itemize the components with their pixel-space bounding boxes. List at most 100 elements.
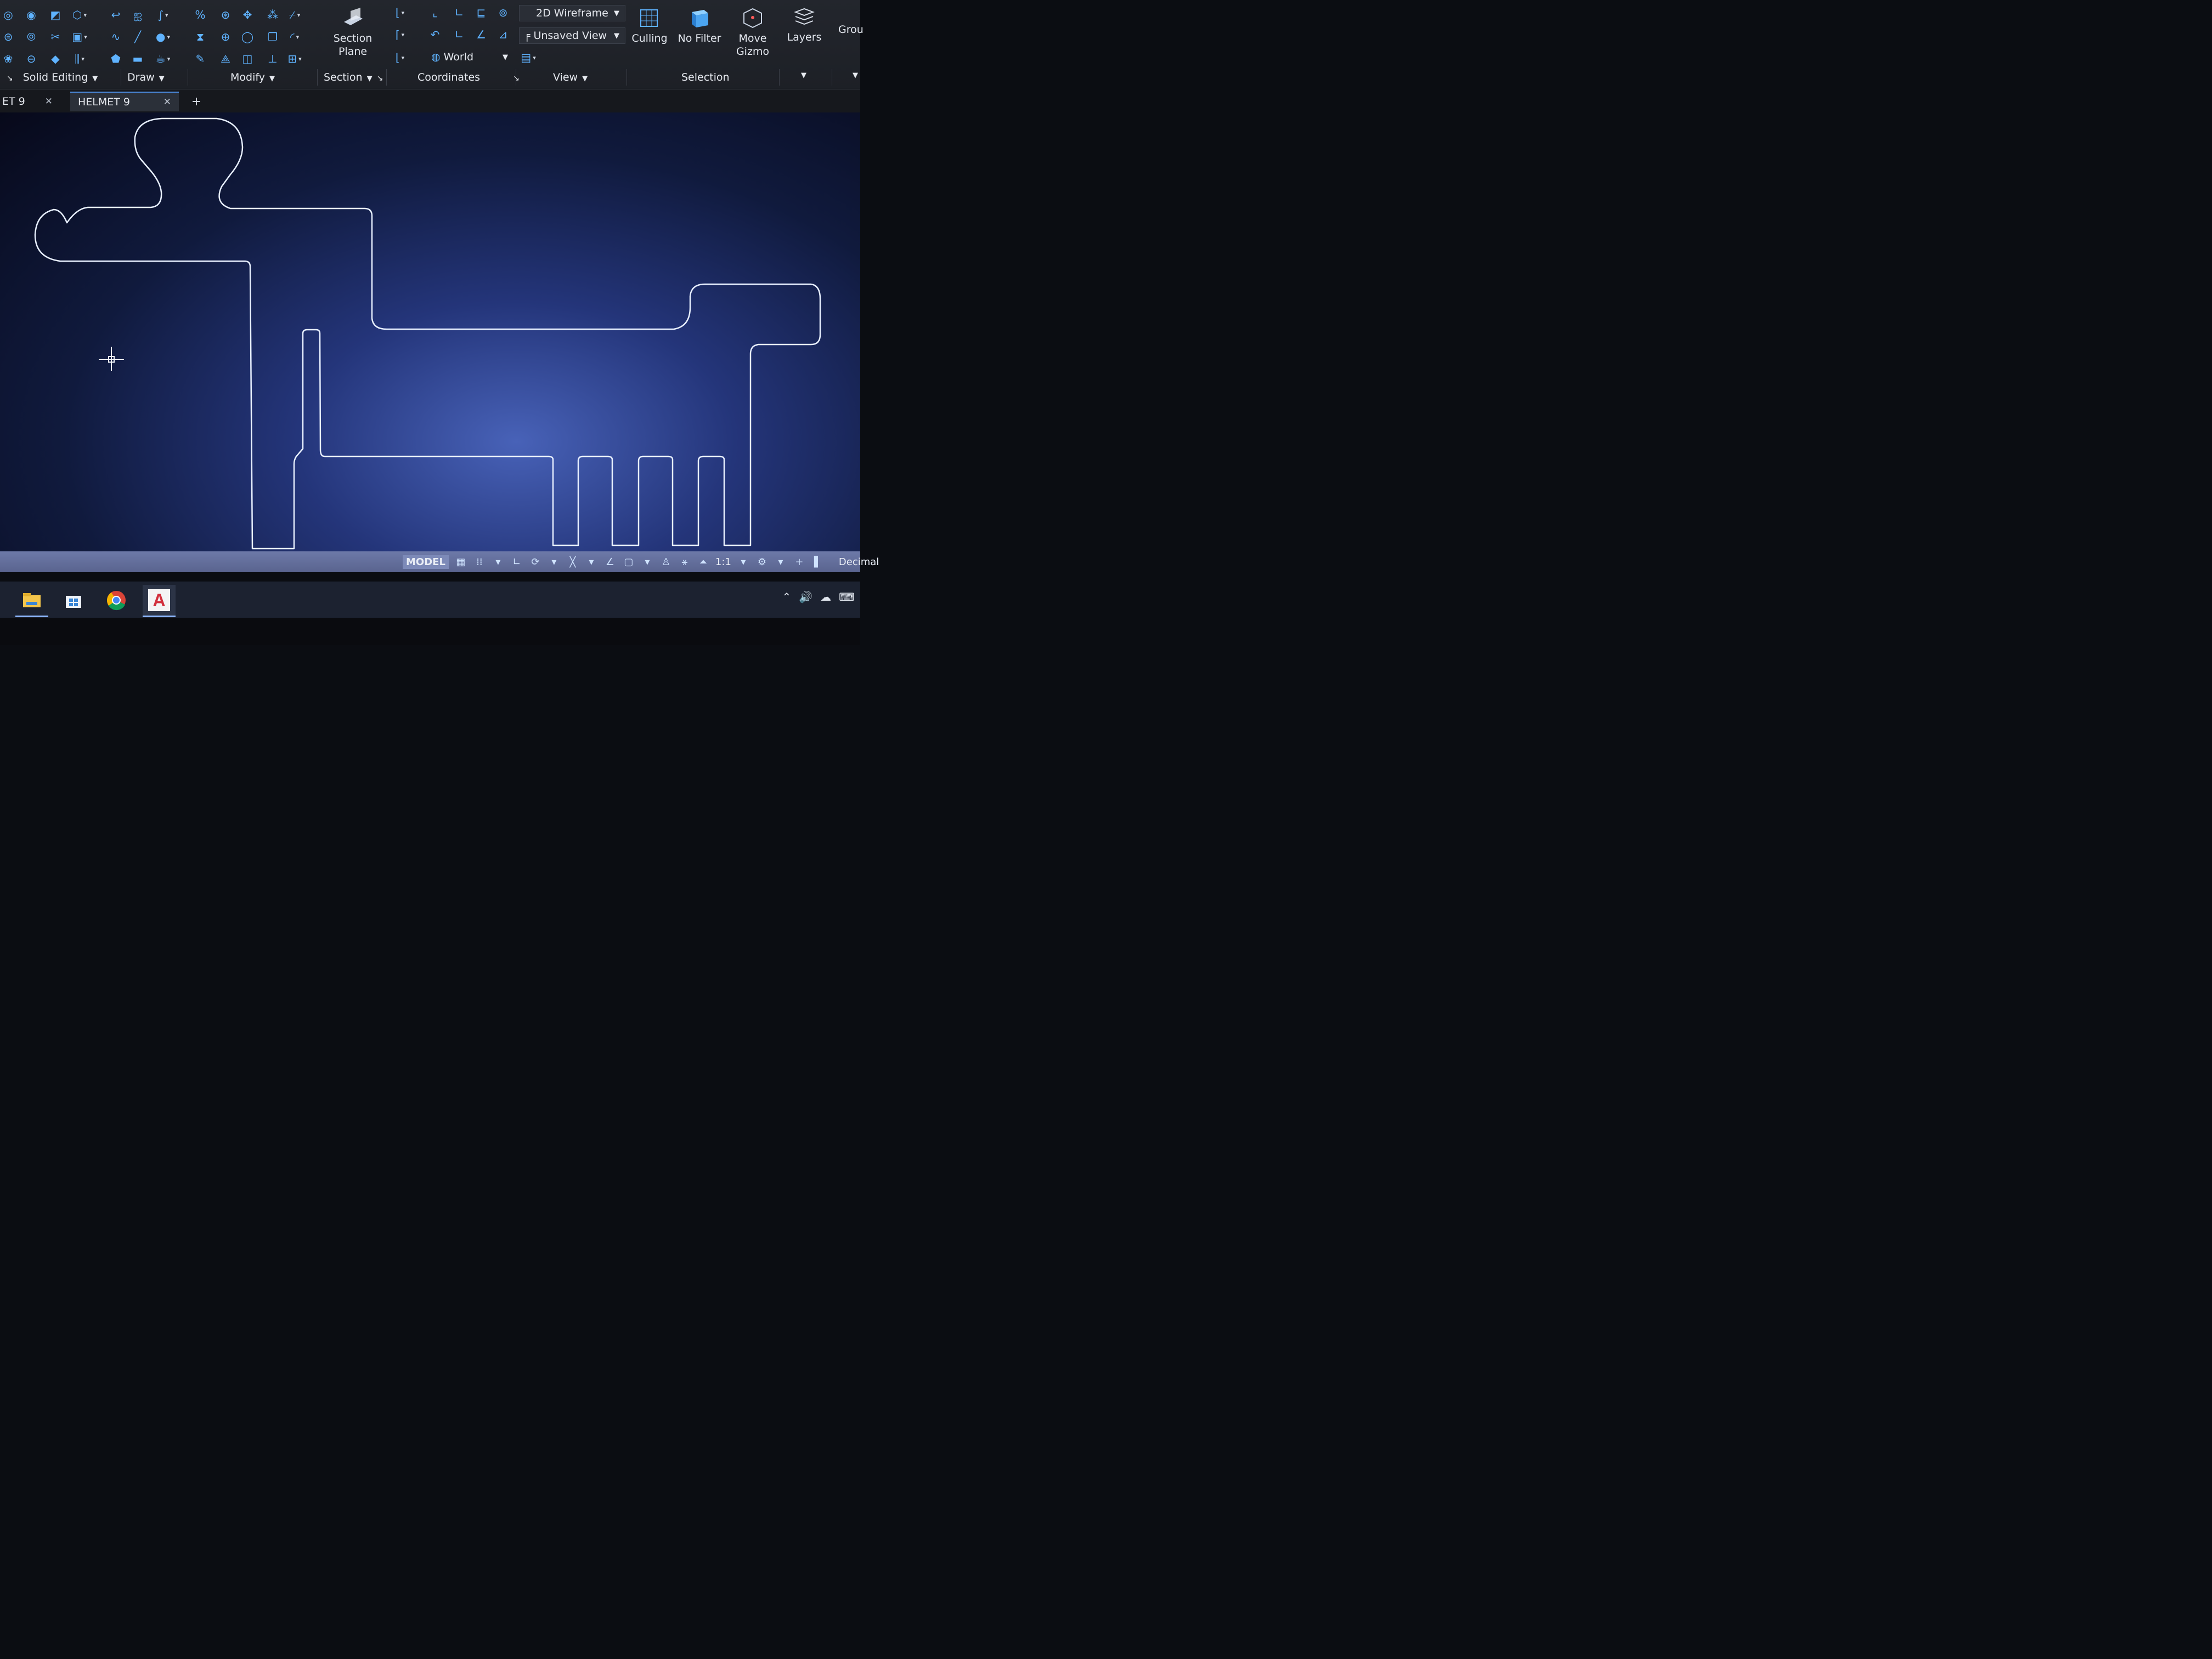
polar-icon[interactable]: ⟳: [529, 556, 542, 568]
onedrive-cloud-icon[interactable]: ☁: [820, 590, 831, 603]
snap-icon[interactable]: ⁞⁞: [473, 556, 486, 568]
circle-icon[interactable]: ●: [155, 29, 171, 45]
ucs-icon[interactable]: ⌊: [392, 4, 408, 21]
offset-icon[interactable]: ◫: [239, 50, 256, 67]
chevron-down-icon[interactable]: ▾: [585, 556, 598, 568]
ucs-origin-icon[interactable]: ⌞: [427, 4, 443, 21]
model-space-canvas[interactable]: [0, 112, 860, 551]
section-panel-label[interactable]: Section ▼ ↘: [324, 71, 383, 83]
object-snap-tracking-icon[interactable]: ∠: [603, 556, 617, 568]
ucs-3point-icon[interactable]: ⌈: [392, 26, 408, 43]
isodraft-icon[interactable]: ╳: [566, 556, 579, 568]
file-tab-active[interactable]: HELMET 9 ✕: [70, 92, 179, 111]
array-icon[interactable]: ⁂: [264, 7, 281, 23]
intersect-icon[interactable]: ⦾: [23, 29, 40, 45]
rectangle-icon[interactable]: ▬: [129, 50, 146, 67]
ucs-world-icon[interactable]: ⊚: [495, 4, 511, 21]
presspull-icon[interactable]: ⫼: [71, 50, 88, 67]
polyline-icon[interactable]: ↩: [108, 7, 124, 23]
erase-icon[interactable]: ✎: [192, 50, 208, 67]
chrome-icon[interactable]: [100, 585, 133, 616]
mirror-icon[interactable]: ⧗: [192, 29, 208, 45]
gear-icon[interactable]: ⚙: [755, 556, 769, 568]
ucs-view-icon[interactable]: ⊿: [495, 26, 511, 43]
annotation-scale-icon[interactable]: ⏶: [697, 556, 710, 568]
slice-icon[interactable]: ✂: [47, 29, 64, 45]
chevron-down-icon[interactable]: ▾: [548, 556, 561, 568]
groups-button[interactable]: Grou: [838, 23, 866, 36]
file-tab[interactable]: ET 9 ✕: [0, 92, 60, 111]
selection-panel-label[interactable]: Selection: [681, 71, 730, 83]
orbit-icon[interactable]: ⊕: [217, 29, 234, 45]
ucs-x-icon[interactable]: ∟: [451, 4, 467, 21]
autocad-icon[interactable]: A: [143, 585, 176, 617]
plus-icon[interactable]: +: [793, 556, 806, 568]
close-icon[interactable]: ✕: [45, 96, 53, 107]
groups-panel-expander[interactable]: ▼: [853, 71, 858, 80]
units-label[interactable]: Decimal: [839, 556, 879, 568]
viewport-config-icon[interactable]: ▤: [520, 49, 537, 66]
volume-icon[interactable]: 🔊: [799, 590, 812, 603]
chevron-down-icon[interactable]: ▾: [641, 556, 654, 568]
visual-style-dropdown[interactable]: 2D Wireframe ▼: [519, 5, 625, 21]
file-explorer-icon[interactable]: [15, 585, 48, 617]
ucs-z-icon[interactable]: ∠: [473, 26, 489, 43]
helix-icon[interactable]: ஐ: [129, 7, 146, 23]
fillet-icon[interactable]: ◜: [286, 29, 303, 45]
trim-icon[interactable]: ⌿: [286, 7, 303, 23]
extrude-face-icon[interactable]: ◩: [47, 7, 64, 23]
smooth-mesh-icon[interactable]: ⊜: [0, 29, 16, 45]
saved-view-dropdown[interactable]: ╒ Unsaved View ▼: [519, 27, 625, 44]
modify-panel-label[interactable]: Modify ▼: [230, 71, 275, 83]
layers-button[interactable]: Layers: [785, 4, 824, 44]
annotation-scale-value[interactable]: 1:1: [715, 556, 731, 568]
chevron-down-icon[interactable]: ▾: [774, 556, 787, 568]
align-icon[interactable]: ⟁: [217, 50, 234, 67]
close-icon[interactable]: ✕: [163, 97, 171, 108]
arc-icon[interactable]: ∿: [108, 29, 124, 45]
ucs-world-dropdown[interactable]: ◍ World ▼: [427, 49, 514, 65]
keyboard-icon[interactable]: ⌨: [839, 590, 855, 603]
move-icon[interactable]: ✥: [239, 7, 256, 23]
chevron-down-icon[interactable]: ▾: [492, 556, 505, 568]
store-icon[interactable]: [57, 585, 90, 616]
rotate-icon[interactable]: ◯: [239, 29, 256, 45]
copy-icon[interactable]: ❐: [264, 29, 281, 45]
no-filter-button[interactable]: No Filter: [677, 5, 722, 45]
imprint-icon[interactable]: ◆: [47, 50, 64, 67]
ucs-object-icon[interactable]: ⌊: [392, 49, 408, 66]
layers-panel-expander[interactable]: ▼: [801, 71, 806, 80]
new-tab-button[interactable]: +: [185, 92, 207, 111]
scale-icon[interactable]: %: [192, 7, 208, 23]
ucs-previous-icon[interactable]: ↶: [427, 26, 443, 43]
grid-array-icon[interactable]: ⊞: [286, 50, 303, 67]
ucs-named-icon[interactable]: ⊑: [473, 4, 489, 21]
line-icon[interactable]: ╱: [129, 29, 146, 45]
isolate-icon[interactable]: ▌: [811, 556, 825, 568]
mesh-icon[interactable]: ◎: [0, 7, 16, 23]
move-gizmo-button[interactable]: Move Gizmo: [733, 5, 772, 58]
model-space-button[interactable]: MODEL: [403, 555, 449, 569]
shell-icon[interactable]: ❀: [0, 50, 16, 67]
extrude-icon[interactable]: ▣: [71, 29, 88, 45]
section-plane-button[interactable]: Section Plane: [331, 5, 374, 58]
culling-button[interactable]: Culling: [631, 5, 668, 45]
subtract-icon[interactable]: ⊖: [23, 50, 40, 67]
chevron-down-icon[interactable]: ▾: [737, 556, 750, 568]
solid-editing-panel-label[interactable]: ↘ Solid Editing ▼: [7, 71, 98, 83]
ortho-icon[interactable]: ∟: [510, 556, 523, 568]
teapot-icon[interactable]: ☕: [155, 50, 171, 67]
auto-scale-icon[interactable]: ⚹: [678, 556, 691, 568]
draw-panel-label[interactable]: Draw ▼: [127, 71, 165, 83]
drawing-outline[interactable]: [34, 117, 821, 550]
ucs-y-icon[interactable]: ∟: [451, 26, 467, 43]
explode-icon[interactable]: ⊥: [264, 50, 281, 67]
object-snap-icon[interactable]: ▢: [622, 556, 635, 568]
view-panel-label[interactable]: View ▼: [553, 71, 588, 83]
annotation-visibility-icon[interactable]: ♙: [659, 556, 673, 568]
spline-icon[interactable]: ∫: [155, 7, 171, 23]
polygon-icon[interactable]: ⬟: [108, 50, 124, 67]
chevron-up-icon[interactable]: ⌃: [782, 590, 791, 603]
coordinates-panel-label[interactable]: Coordinates↘: [417, 71, 520, 83]
rotate3d-icon[interactable]: ⊛: [217, 7, 234, 23]
